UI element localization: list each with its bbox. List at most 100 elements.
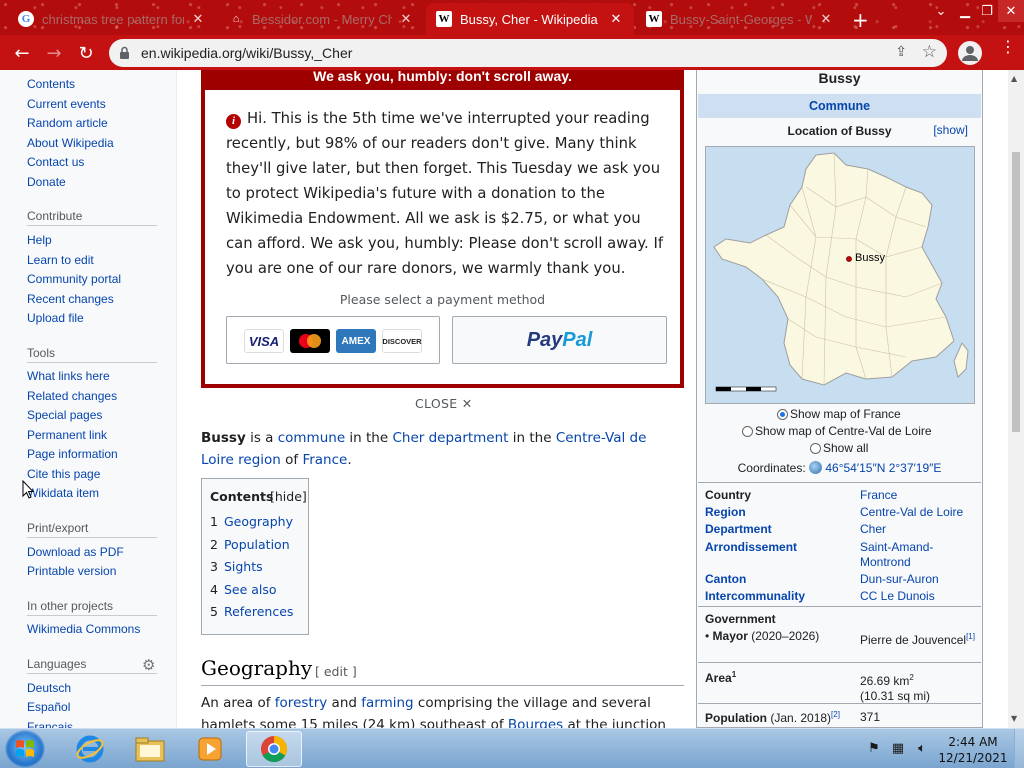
sidebar-link-learn-to-edit[interactable]: Learn to edit xyxy=(27,253,94,267)
sidebar-link-printable-version[interactable]: Printable version xyxy=(27,564,116,578)
sidebar-link-lang-deutsch[interactable]: Deutsch xyxy=(27,681,71,695)
radio-show-map-centre[interactable]: Show map of Centre-Val de Loire xyxy=(742,424,932,438)
tab-bussy-saint-georges[interactable]: W Bussy-Saint-Georges - Wikipedia ✕ xyxy=(636,3,844,35)
page-scrollbar[interactable]: ▲ ▼ xyxy=(1008,70,1024,728)
sidebar-link-permanent-link[interactable]: Permanent link xyxy=(27,428,107,442)
infobox-key-intercommunality[interactable]: Intercommunality xyxy=(705,589,805,603)
sidebar-link-wikidata-item[interactable]: Wikidata item xyxy=(27,486,99,500)
sidebar-link-page-information[interactable]: Page information xyxy=(27,447,118,461)
close-tab-icon[interactable]: ✕ xyxy=(190,11,206,27)
sidebar-link-related-changes[interactable]: Related changes xyxy=(27,389,117,403)
sidebar-link-community-portal[interactable]: Community portal xyxy=(27,272,121,286)
toc-hide-toggle[interactable]: [hide] xyxy=(270,489,307,504)
toc-item-see-also[interactable]: 4 See also xyxy=(210,582,277,597)
chrome-taskbar-icon[interactable] xyxy=(246,731,302,767)
infobox-value-department[interactable]: Cher xyxy=(860,522,978,537)
infobox-value-intercommunality[interactable]: CC Le Dunois xyxy=(860,589,978,604)
infobox-value-country[interactable]: France xyxy=(860,488,978,503)
sidebar-link-what-links-here[interactable]: What links here xyxy=(27,369,110,383)
forward-arrow-icon[interactable]: → xyxy=(40,39,68,67)
sidebar-link-help[interactable]: Help xyxy=(27,233,52,247)
scrollbar-thumb[interactable] xyxy=(1012,152,1020,432)
show-desktop-button[interactable] xyxy=(1014,729,1024,768)
infobox-value-canton[interactable]: Dun-sur-Auron xyxy=(860,572,978,587)
toc-item-sights[interactable]: 3 Sights xyxy=(210,559,263,574)
link-forestry[interactable]: forestry xyxy=(275,695,327,711)
internet-explorer-taskbar-icon[interactable] xyxy=(62,731,118,767)
population-reference-link[interactable]: [2] xyxy=(831,710,840,719)
sidebar-link-cite-this-page[interactable]: Cite this page xyxy=(27,467,100,481)
start-button-icon[interactable] xyxy=(5,730,45,768)
sidebar-link-contents[interactable]: Contents xyxy=(27,77,75,91)
sidebar-divider xyxy=(27,225,157,226)
share-icon[interactable]: ⇪ xyxy=(895,44,907,60)
infobox-key-department[interactable]: Department xyxy=(705,522,772,536)
sidebar-link-about[interactable]: About Wikipedia xyxy=(27,136,114,150)
link-commune[interactable]: commune xyxy=(278,430,345,446)
menu-icon[interactable]: ⋮ xyxy=(1000,39,1016,55)
language-settings-gear-icon[interactable]: ⚙ xyxy=(142,656,155,674)
section-edit-link[interactable]: [ edit ] xyxy=(315,664,357,679)
close-window-icon[interactable]: ✕ xyxy=(998,0,1024,22)
tab-google[interactable]: G christmas tree pattern for... ✕ xyxy=(8,3,216,35)
sidebar-link-download-pdf[interactable]: Download as PDF xyxy=(27,545,124,559)
scroll-up-icon[interactable]: ▲ xyxy=(1011,74,1017,83)
close-tab-icon[interactable]: ✕ xyxy=(608,11,624,27)
file-explorer-taskbar-icon[interactable] xyxy=(122,731,178,767)
restore-icon[interactable]: ❐ xyxy=(976,0,998,22)
coordinates-link[interactable]: 46°54′15″N 2°37′19″E xyxy=(825,461,941,475)
infobox-value-region[interactable]: Centre-Val de Loire xyxy=(860,505,978,520)
sidebar-link-upload-file[interactable]: Upload file xyxy=(27,311,84,325)
sidebar-link-wikimedia-commons[interactable]: Wikimedia Commons xyxy=(27,622,140,636)
card-payment-button[interactable]: VISA AMEX DISCOVER xyxy=(226,316,440,364)
mayor-reference-link[interactable]: [1] xyxy=(966,632,975,641)
profile-avatar-icon[interactable] xyxy=(958,41,982,65)
sidebar-link-current-events[interactable]: Current events xyxy=(27,97,106,111)
sidebar-link-recent-changes[interactable]: Recent changes xyxy=(27,292,114,306)
close-tab-icon[interactable]: ✕ xyxy=(398,11,414,27)
lock-icon[interactable] xyxy=(119,45,130,64)
system-clock[interactable]: 2:44 AM 12/21/2021 xyxy=(935,734,1011,766)
address-bar[interactable]: en.wikipedia.org/wiki/Bussy,_Cher ⇪ ☆ xyxy=(109,39,947,67)
toc-item-references[interactable]: 5 References xyxy=(210,604,293,619)
link-france[interactable]: France xyxy=(302,452,347,468)
infobox-value-arrondissement[interactable]: Saint-Amand-Montrond xyxy=(860,540,978,570)
close-tab-icon[interactable]: ✕ xyxy=(818,11,834,27)
scroll-down-icon[interactable]: ▼ xyxy=(1011,714,1017,723)
link-cher-department[interactable]: Cher department xyxy=(392,430,508,446)
media-player-taskbar-icon[interactable] xyxy=(182,731,238,767)
link-bourges[interactable]: Bourges xyxy=(508,717,563,728)
google-icon: G xyxy=(18,11,34,27)
tab-bessidor[interactable]: ⌂ Bessidor.com - Merry Christmas ✕ xyxy=(218,3,424,35)
infobox-key-arrondissement[interactable]: Arrondissement xyxy=(705,540,797,554)
volume-icon[interactable]: 🔈︎ xyxy=(914,741,930,757)
back-arrow-icon[interactable]: ← xyxy=(8,39,36,67)
sidebar-link-lang-espanol[interactable]: Español xyxy=(27,700,70,714)
france-location-map[interactable]: Bussy xyxy=(705,146,975,404)
infobox-key-canton[interactable]: Canton xyxy=(705,572,746,586)
new-tab-icon[interactable]: + xyxy=(852,8,869,32)
link-farming[interactable]: farming xyxy=(361,695,413,711)
close-banner-button[interactable]: CLOSE ✕ xyxy=(415,396,472,411)
location-show-toggle[interactable]: [show] xyxy=(933,123,968,137)
sidebar-link-contact[interactable]: Contact us xyxy=(27,155,84,169)
sidebar-link-donate[interactable]: Donate xyxy=(27,175,66,189)
globe-icon[interactable] xyxy=(809,461,823,474)
reload-icon[interactable]: ↻ xyxy=(72,39,100,67)
paypal-button[interactable]: Pay Pal xyxy=(452,316,667,364)
bookmark-star-icon[interactable]: ☆ xyxy=(922,42,937,62)
radio-show-all[interactable]: Show all xyxy=(810,441,868,455)
infobox-type-link[interactable]: Commune xyxy=(698,94,981,118)
radio-show-map-france[interactable]: Show map of France xyxy=(777,407,901,421)
sidebar-link-random-article[interactable]: Random article xyxy=(27,116,108,130)
tab-search-icon[interactable]: ⌄ xyxy=(928,0,954,22)
sidebar-link-special-pages[interactable]: Special pages xyxy=(27,408,102,422)
tab-bussy-cher[interactable]: W Bussy, Cher - Wikipedia ✕ xyxy=(426,3,634,35)
toc-item-population[interactable]: 2 Population xyxy=(210,537,290,552)
sidebar-link-lang-francais[interactable]: Français xyxy=(27,720,73,728)
infobox-key-region[interactable]: Region xyxy=(705,505,746,519)
action-center-flag-icon[interactable]: ⚑ xyxy=(866,741,882,757)
network-icon[interactable]: ▦ xyxy=(890,741,906,757)
toc-item-geography[interactable]: 1 Geography xyxy=(210,514,293,529)
minimize-icon[interactable]: ▁ xyxy=(954,0,976,22)
